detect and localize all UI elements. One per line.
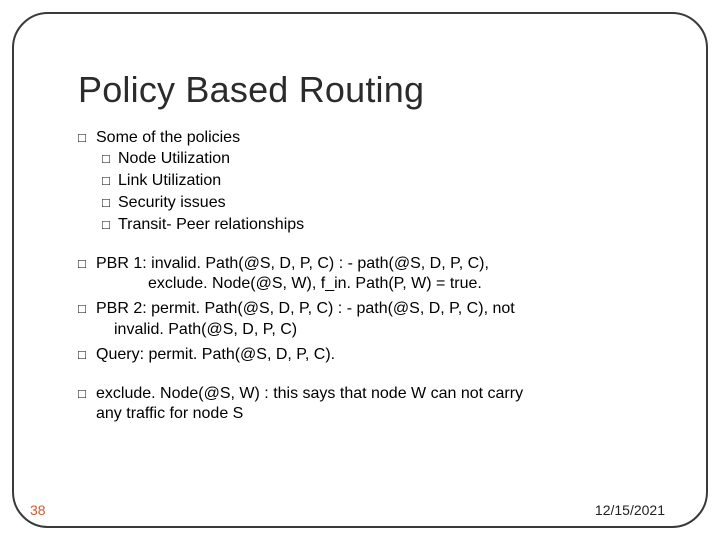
policy-item: Node Utilization bbox=[102, 149, 660, 170]
policy-item: Link Utilization bbox=[102, 171, 660, 192]
query-line: Query: permit. Path(@S, D, P, C). bbox=[78, 345, 660, 366]
pbr1-line1: PBR 1: invalid. Path(@S, D, P, C) : - pa… bbox=[78, 254, 660, 275]
exclude-node-line2: any traffic for node S bbox=[96, 404, 660, 425]
policy-item: Transit- Peer relationships bbox=[102, 215, 660, 236]
page-number: 38 bbox=[30, 502, 46, 518]
exclude-node-line1: exclude. Node(@S, W) : this says that no… bbox=[78, 384, 660, 405]
body-text: Some of the policies Node Utilization Li… bbox=[78, 128, 660, 426]
pbr2-line1: PBR 2: permit. Path(@S, D, P, C) : - pat… bbox=[78, 299, 660, 320]
policies-heading: Some of the policies bbox=[78, 128, 660, 149]
policy-item: Security issues bbox=[102, 193, 660, 214]
slide-content: Policy Based Routing Some of the policie… bbox=[78, 70, 660, 425]
date-footer: 12/15/2021 bbox=[595, 502, 665, 518]
slide: Policy Based Routing Some of the policie… bbox=[0, 0, 720, 540]
pbr1-line2: exclude. Node(@S, W), f_in. Path(P, W) =… bbox=[148, 274, 660, 295]
pbr2-line2: invalid. Path(@S, D, P, C) bbox=[114, 320, 660, 341]
slide-title: Policy Based Routing bbox=[78, 70, 660, 110]
